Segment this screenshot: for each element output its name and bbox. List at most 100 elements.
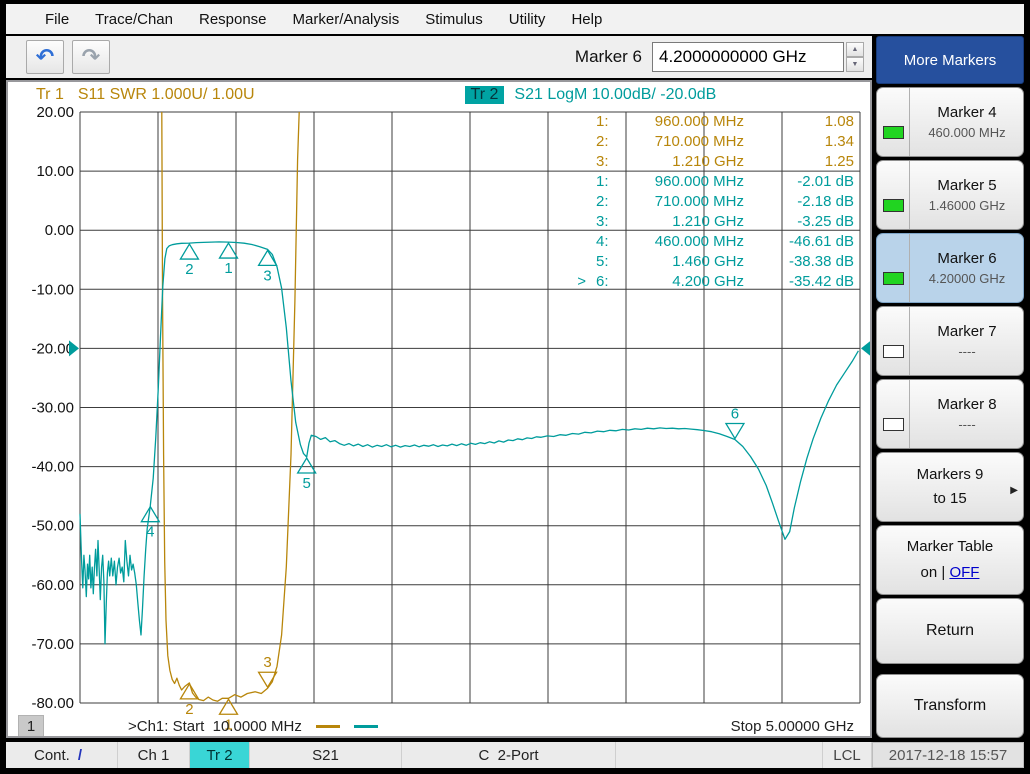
marker-6-label: Marker 6 bbox=[937, 250, 996, 267]
marker-1-number: 1 bbox=[224, 260, 232, 277]
menu-item-utility[interactable]: Utility bbox=[496, 7, 559, 32]
marker-table-sep: | bbox=[937, 564, 949, 581]
trace2-label-badge[interactable]: Tr 2 bbox=[465, 86, 505, 104]
statusbar-spacer bbox=[616, 742, 822, 768]
readout-marker-value: -35.42 dB bbox=[789, 273, 854, 290]
marker-6-triangle bbox=[726, 424, 744, 439]
trace-header: Tr 1 S11 SWR 1.000U/ 1.00U Tr 2 S21 LogM… bbox=[8, 82, 870, 108]
undo-icon: ↶ bbox=[36, 46, 54, 68]
marker-table-label: Marker Table bbox=[907, 535, 993, 559]
readout-marker-freq: 710.000 MHz bbox=[655, 133, 744, 150]
marker-3-number: 3 bbox=[263, 654, 271, 671]
menu-item-file[interactable]: File bbox=[32, 7, 82, 32]
readout-marker-value: 1.25 bbox=[825, 153, 854, 170]
more-markers-button[interactable]: More Markers bbox=[876, 36, 1024, 84]
marker-7-led-zone bbox=[877, 307, 910, 375]
readout-marker-freq: 1.460 GHz bbox=[672, 253, 744, 270]
menu-item-response[interactable]: Response bbox=[186, 7, 280, 32]
y-axis-label: 0.00 bbox=[45, 222, 74, 239]
menu-item-marker-analysis[interactable]: Marker/Analysis bbox=[280, 7, 413, 32]
readout-marker-freq: 960.000 MHz bbox=[655, 113, 744, 130]
y-axis-label: -40.00 bbox=[31, 459, 74, 476]
readout-marker-value: -46.61 dB bbox=[789, 233, 854, 250]
readout-marker-number: 2: bbox=[596, 133, 609, 150]
sweep-progress-icon: / bbox=[78, 747, 82, 764]
y-axis-label: -70.00 bbox=[31, 636, 74, 653]
sidebar-divider bbox=[876, 667, 1024, 671]
app-window: File Trace/Chan Response Marker/Analysis… bbox=[0, 0, 1030, 774]
sweep-mode-indicator[interactable]: Cont. / bbox=[6, 742, 118, 768]
ref-level-marker-left[interactable] bbox=[69, 340, 79, 356]
marker-stimulus-input[interactable] bbox=[652, 42, 844, 72]
channel-status[interactable]: Ch 1 bbox=[118, 742, 190, 768]
marker-6-led-zone bbox=[877, 234, 910, 302]
sweep-mode-label: Cont. bbox=[34, 747, 70, 764]
marker-4-button[interactable]: Marker 4 460.000 MHz bbox=[876, 87, 1024, 157]
marker-2-triangle bbox=[180, 244, 198, 259]
readout-marker-number: 1: bbox=[596, 113, 609, 130]
marker-8-led-zone bbox=[877, 380, 910, 448]
marker-5-label: Marker 5 bbox=[937, 177, 996, 194]
readout-marker-value: -38.38 dB bbox=[789, 253, 854, 270]
menu-item-stimulus[interactable]: Stimulus bbox=[412, 7, 496, 32]
transform-button[interactable]: Transform bbox=[876, 674, 1024, 738]
spinner-down-button[interactable]: ▼ bbox=[846, 57, 864, 72]
trace1-label[interactable]: Tr 1 bbox=[36, 86, 64, 104]
marker-4-label: Marker 4 bbox=[937, 104, 996, 121]
marker-table-state: on | OFF bbox=[921, 561, 980, 585]
ref-level-marker-right[interactable] bbox=[861, 340, 871, 356]
marker-8-led bbox=[883, 418, 904, 431]
marker-table-button[interactable]: Marker Table on | OFF bbox=[876, 525, 1024, 595]
tr2_s21_logm-trace-path bbox=[80, 242, 858, 644]
stimulus-stop-label: Stop 5.00000 GHz bbox=[731, 718, 854, 735]
readout-marker-number: 4: bbox=[596, 233, 609, 250]
marker-5-led bbox=[883, 199, 904, 212]
return-button[interactable]: Return bbox=[876, 598, 1024, 664]
marker-table-off-link[interactable]: OFF bbox=[949, 564, 979, 581]
readout-marker-number: 3: bbox=[596, 153, 609, 170]
undo-button[interactable]: ↶ bbox=[26, 40, 64, 74]
calibration-status[interactable]: C 2-Port bbox=[402, 742, 616, 768]
marker-7-led bbox=[883, 345, 904, 358]
readout-marker-freq: 1.210 GHz bbox=[672, 213, 744, 230]
tr1_s11_swr-trace-path bbox=[162, 112, 299, 701]
y-axis-label: 20.00 bbox=[36, 104, 74, 121]
marker-4-value: 460.000 MHz bbox=[928, 125, 1005, 140]
parameter-status[interactable]: S21 bbox=[250, 742, 402, 768]
active-marker-prefix: > bbox=[577, 273, 586, 290]
marker-2-number: 2 bbox=[185, 261, 193, 278]
readout-marker-value: 1.08 bbox=[825, 113, 854, 130]
redo-button[interactable]: ↷ bbox=[72, 40, 110, 74]
spinner-up-button[interactable]: ▲ bbox=[846, 42, 864, 57]
readout-marker-value: -2.01 dB bbox=[797, 173, 854, 190]
readout-marker-freq: 1.210 GHz bbox=[672, 153, 744, 170]
marker-7-label: Marker 7 bbox=[937, 323, 996, 340]
datetime-display: 2017-12-18 15:57 bbox=[872, 742, 1024, 768]
y-axis-label: -60.00 bbox=[31, 577, 74, 594]
readout-marker-freq: 4.200 GHz bbox=[672, 273, 744, 290]
menu-bar: File Trace/Chan Response Marker/Analysis… bbox=[6, 4, 1024, 34]
trace1-format: S11 SWR 1.000U/ 1.00U bbox=[78, 86, 255, 104]
redo-icon: ↷ bbox=[82, 46, 100, 68]
marker-8-label: Marker 8 bbox=[937, 396, 996, 413]
stimulus-row: 1 >Ch1: Start 10.0000 MHz Stop 5.00000 G… bbox=[8, 712, 870, 738]
y-axis-label: -50.00 bbox=[31, 518, 74, 535]
marker-table-on: on bbox=[921, 564, 938, 581]
toolbar: ↶ ↷ Marker 6 ▲ ▼ bbox=[6, 36, 872, 78]
marker-6-button[interactable]: Marker 6 4.20000 GHz bbox=[876, 233, 1024, 303]
readout-marker-number: 2: bbox=[596, 193, 609, 210]
markers-9-to-15-button[interactable]: Markers 9 to 15 ▶ bbox=[876, 452, 1024, 522]
marker-5-led-zone bbox=[877, 161, 910, 229]
y-axis-label: -20.00 bbox=[31, 340, 74, 357]
channel-indicator[interactable]: 1 bbox=[18, 715, 44, 737]
marker-6-value: 4.20000 GHz bbox=[929, 271, 1006, 286]
marker-8-button[interactable]: Marker 8 ---- bbox=[876, 379, 1024, 449]
marker-5-triangle bbox=[298, 458, 316, 473]
active-trace-status[interactable]: Tr 2 bbox=[190, 742, 250, 768]
marker-5-button[interactable]: Marker 5 1.46000 GHz bbox=[876, 160, 1024, 230]
marker-4-led bbox=[883, 126, 904, 139]
menu-item-help[interactable]: Help bbox=[558, 7, 615, 32]
menu-item-trace-chan[interactable]: Trace/Chan bbox=[82, 7, 186, 32]
marker-5-value: 1.46000 GHz bbox=[929, 198, 1006, 213]
marker-7-button[interactable]: Marker 7 ---- bbox=[876, 306, 1024, 376]
